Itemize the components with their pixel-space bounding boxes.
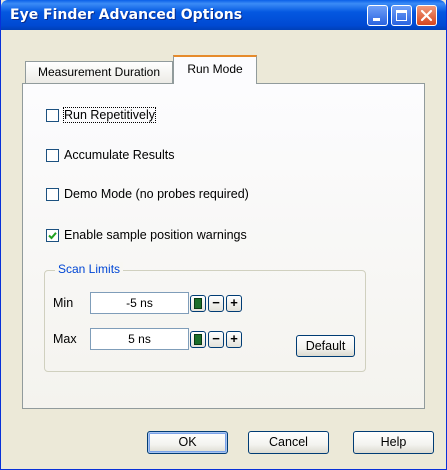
max-calculator-button[interactable]	[190, 331, 206, 348]
max-input[interactable]: 5 ns	[90, 328, 189, 350]
min-label: Min	[53, 296, 74, 310]
max-increment-button[interactable]: +	[226, 331, 242, 348]
min-decrement-button[interactable]: −	[208, 295, 224, 312]
demo-mode-option[interactable]: Demo Mode (no probes required)	[46, 185, 249, 203]
close-button[interactable]	[416, 5, 437, 26]
max-label: Max	[53, 332, 77, 346]
min-increment-button[interactable]: +	[226, 295, 242, 312]
run-repetitively-option[interactable]: Run Repetitively	[46, 106, 157, 124]
scan-limits-title: Scan Limits	[55, 262, 124, 276]
accumulate-results-checkbox[interactable]	[46, 148, 59, 162]
default-button[interactable]: Default	[296, 335, 355, 357]
accumulate-results-label[interactable]: Accumulate Results	[64, 148, 174, 162]
dialog-window: Eye Finder Advanced Options Measurement …	[0, 0, 447, 470]
minimize-button[interactable]	[367, 5, 388, 26]
sample-position-warnings-label[interactable]: Enable sample position warnings	[64, 228, 247, 242]
window-title: Eye Finder Advanced Options	[10, 7, 243, 23]
demo-mode-label[interactable]: Demo Mode (no probes required)	[64, 187, 249, 201]
calculator-icon	[194, 298, 202, 309]
calculator-icon	[194, 334, 202, 345]
maximize-button[interactable]	[391, 5, 412, 26]
tab-run-mode[interactable]: Run Mode	[173, 55, 257, 84]
cancel-button[interactable]: Cancel	[248, 431, 329, 454]
run-repetitively-checkbox[interactable]	[46, 108, 59, 122]
title-bar[interactable]: Eye Finder Advanced Options	[1, 0, 446, 30]
run-repetitively-label[interactable]: Run Repetitively	[62, 107, 157, 123]
max-decrement-button[interactable]: −	[208, 331, 224, 348]
maximize-icon	[396, 10, 407, 21]
sample-position-warnings-option[interactable]: Enable sample position warnings	[46, 226, 247, 244]
demo-mode-checkbox[interactable]	[46, 187, 59, 201]
ok-button[interactable]: OK	[147, 431, 228, 454]
sample-position-warnings-checkbox[interactable]	[46, 228, 59, 242]
checkmark-icon	[48, 231, 57, 239]
min-calculator-button[interactable]	[190, 295, 206, 312]
help-button[interactable]: Help	[353, 431, 434, 454]
minimize-icon	[373, 18, 380, 21]
accumulate-results-option[interactable]: Accumulate Results	[46, 146, 174, 164]
tab-measurement-duration[interactable]: Measurement Duration	[25, 61, 173, 83]
min-input[interactable]: -5 ns	[90, 292, 189, 314]
close-icon	[420, 9, 433, 22]
